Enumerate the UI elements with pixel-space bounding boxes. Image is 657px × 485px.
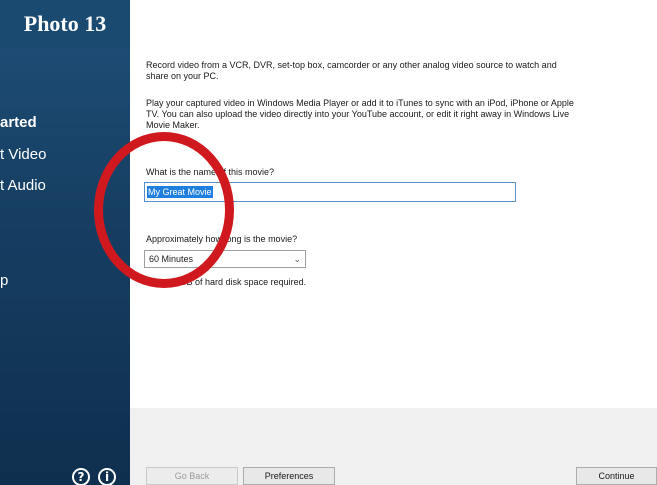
continue-button[interactable]: Continue [576,467,657,485]
main-content: Record video from a VCR, DVR, set-top bo… [130,0,657,408]
chevron-down-icon: ⌄ [293,253,301,264]
sidebar-item-capture-video[interactable]: t Video [0,146,46,163]
sidebar-item-label: t Video [0,146,47,163]
sidebar-item-label: arted [0,114,37,131]
sidebar-item-help[interactable]: p [0,272,8,289]
sidebar-item-getting-started[interactable]: arted [0,114,37,131]
movie-name-input[interactable]: My Great Movie [144,182,516,202]
info-icon[interactable]: i [98,468,116,485]
sidebar-item-label: p [0,272,9,289]
photo-label: Photo 13 [0,0,130,48]
intro-text-2: Play your captured video in Windows Medi… [146,98,574,130]
help-icons: ? i [72,468,116,485]
movie-length-value: 60 Minutes [149,254,194,264]
help-icon[interactable]: ? [72,468,90,485]
movie-name-value: My Great Movie [147,186,213,198]
go-back-button[interactable]: Go Back [146,467,238,485]
name-question-label: What is the name of this movie? [146,167,275,177]
sidebar-item-capture-audio[interactable]: t Audio [0,177,46,194]
intro-text-1: Record video from a VCR, DVR, set-top bo… [146,60,557,81]
movie-length-select[interactable]: 60 Minutes ⌄ [144,250,306,268]
length-question-label: Approximately how long is the movie? [146,234,298,244]
sidebar-item-label: t Audio [0,177,46,194]
preferences-button[interactable]: Preferences [243,467,335,485]
sidebar: arted t Video t Audio p ? i [0,0,130,485]
disk-space-note: About 1 GB of hard disk space required. [146,277,307,287]
